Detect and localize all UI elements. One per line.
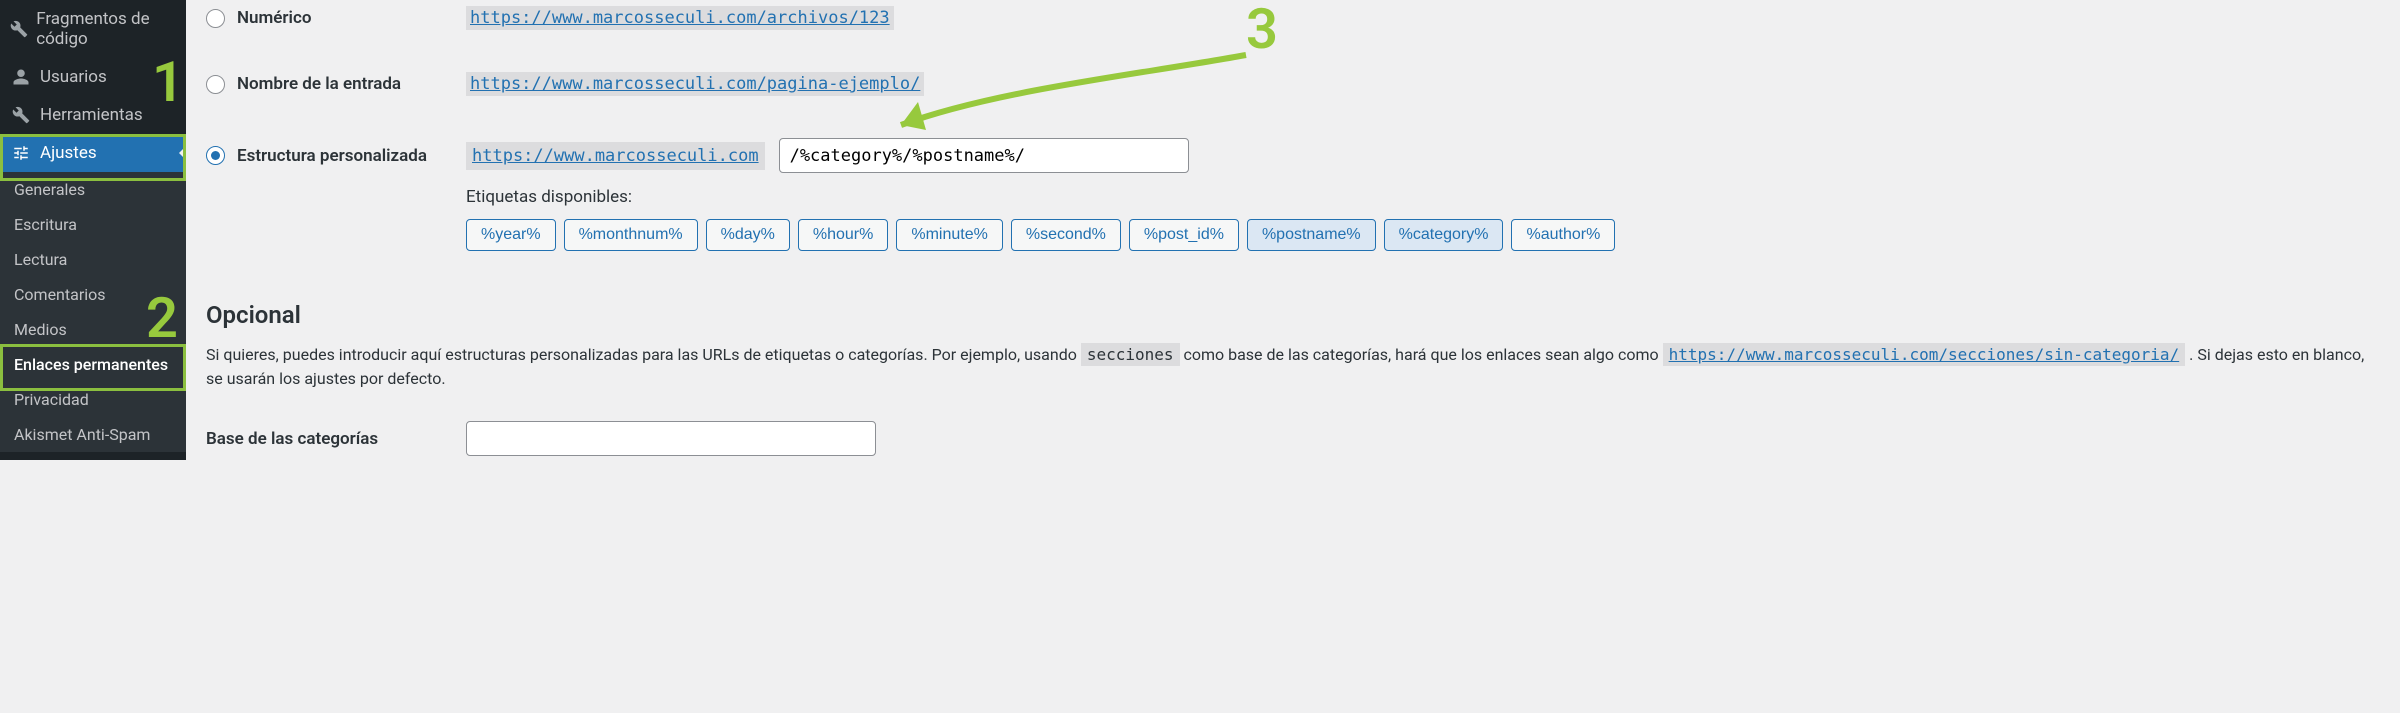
optional-text-1: Si quieres, puedes introducir aquí estru… <box>206 345 1081 364</box>
sidebar-item-label: Fragmentos de código <box>36 9 176 49</box>
tag-monthnum[interactable]: %monthnum% <box>564 219 698 251</box>
submenu-item-privacy[interactable]: Privacidad <box>0 382 186 417</box>
radio-icon[interactable] <box>206 9 225 28</box>
available-tags-label: Etiquetas disponibles: <box>466 187 2380 207</box>
plug-icon <box>10 20 28 38</box>
radio-icon[interactable] <box>206 75 225 94</box>
example-url: https://www.marcosseculi.com/archivos/12… <box>466 6 894 30</box>
submenu-item-akismet[interactable]: Akismet Anti-Spam <box>0 417 186 452</box>
sidebar-item-label: Herramientas <box>40 105 143 125</box>
tag-minute[interactable]: %minute% <box>896 219 1002 251</box>
radio-label: Estructura personalizada <box>237 146 427 166</box>
admin-sidebar: Fragmentos de código Usuarios Herramient… <box>0 0 186 460</box>
base-url: https://www.marcosseculi.com <box>466 142 765 170</box>
tag-postname[interactable]: %postname% <box>1247 219 1376 251</box>
available-tags: %year% %monthnum% %day% %hour% %minute% … <box>466 219 2380 251</box>
category-base-label: Base de las categorías <box>206 429 466 449</box>
tag-day[interactable]: %day% <box>706 219 790 251</box>
user-icon <box>10 68 32 86</box>
sidebar-item-label: Ajustes <box>40 143 97 163</box>
submenu-item-general[interactable]: Generales <box>0 172 186 207</box>
sidebar-item-label: Usuarios <box>40 67 107 87</box>
settings-content: Numérico https://www.marcosseculi.com/ar… <box>186 0 2400 460</box>
inline-example-link: https://www.marcosseculi.com/secciones/s… <box>1663 343 2186 366</box>
optional-heading: Opcional <box>206 301 2380 329</box>
submenu-item-writing[interactable]: Escritura <box>0 207 186 242</box>
permalink-option-postname[interactable]: Nombre de la entrada https://www.marcoss… <box>206 72 2380 96</box>
tag-hour[interactable]: %hour% <box>798 219 888 251</box>
tag-postid[interactable]: %post_id% <box>1129 219 1239 251</box>
category-base-input[interactable] <box>466 421 876 456</box>
sidebar-item-settings[interactable]: Ajustes <box>0 134 186 172</box>
tag-second[interactable]: %second% <box>1011 219 1121 251</box>
radio-icon[interactable] <box>206 146 225 165</box>
settings-submenu: Generales Escritura Lectura Comentarios … <box>0 172 186 452</box>
example-url: https://www.marcosseculi.com/pagina-ejem… <box>466 72 924 96</box>
submenu-item-discussion[interactable]: Comentarios <box>0 277 186 312</box>
optional-text-2: como base de las categorías, hará que lo… <box>1183 345 1662 364</box>
submenu-item-permalinks[interactable]: Enlaces permanentes <box>0 347 186 382</box>
permalink-option-numeric[interactable]: Numérico https://www.marcosseculi.com/ar… <box>206 6 2380 30</box>
submenu-item-reading[interactable]: Lectura <box>0 242 186 277</box>
custom-structure-input[interactable] <box>779 138 1189 173</box>
radio-label: Numérico <box>237 8 311 28</box>
tag-year[interactable]: %year% <box>466 219 556 251</box>
sidebar-item-tools[interactable]: Herramientas <box>0 96 186 134</box>
tag-author[interactable]: %author% <box>1511 219 1615 251</box>
tag-category[interactable]: %category% <box>1384 219 1504 251</box>
sidebar-item-snippets[interactable]: Fragmentos de código <box>0 0 186 58</box>
radio-label: Nombre de la entrada <box>237 74 401 94</box>
permalink-option-custom[interactable]: Estructura personalizada https://www.mar… <box>206 138 2380 173</box>
sidebar-item-users[interactable]: Usuarios <box>0 58 186 96</box>
wrench-icon <box>10 106 32 124</box>
inline-code-secciones: secciones <box>1081 343 1180 366</box>
optional-description: Si quieres, puedes introducir aquí estru… <box>206 343 2380 391</box>
sliders-icon <box>10 144 32 162</box>
submenu-item-media[interactable]: Medios <box>0 312 186 347</box>
